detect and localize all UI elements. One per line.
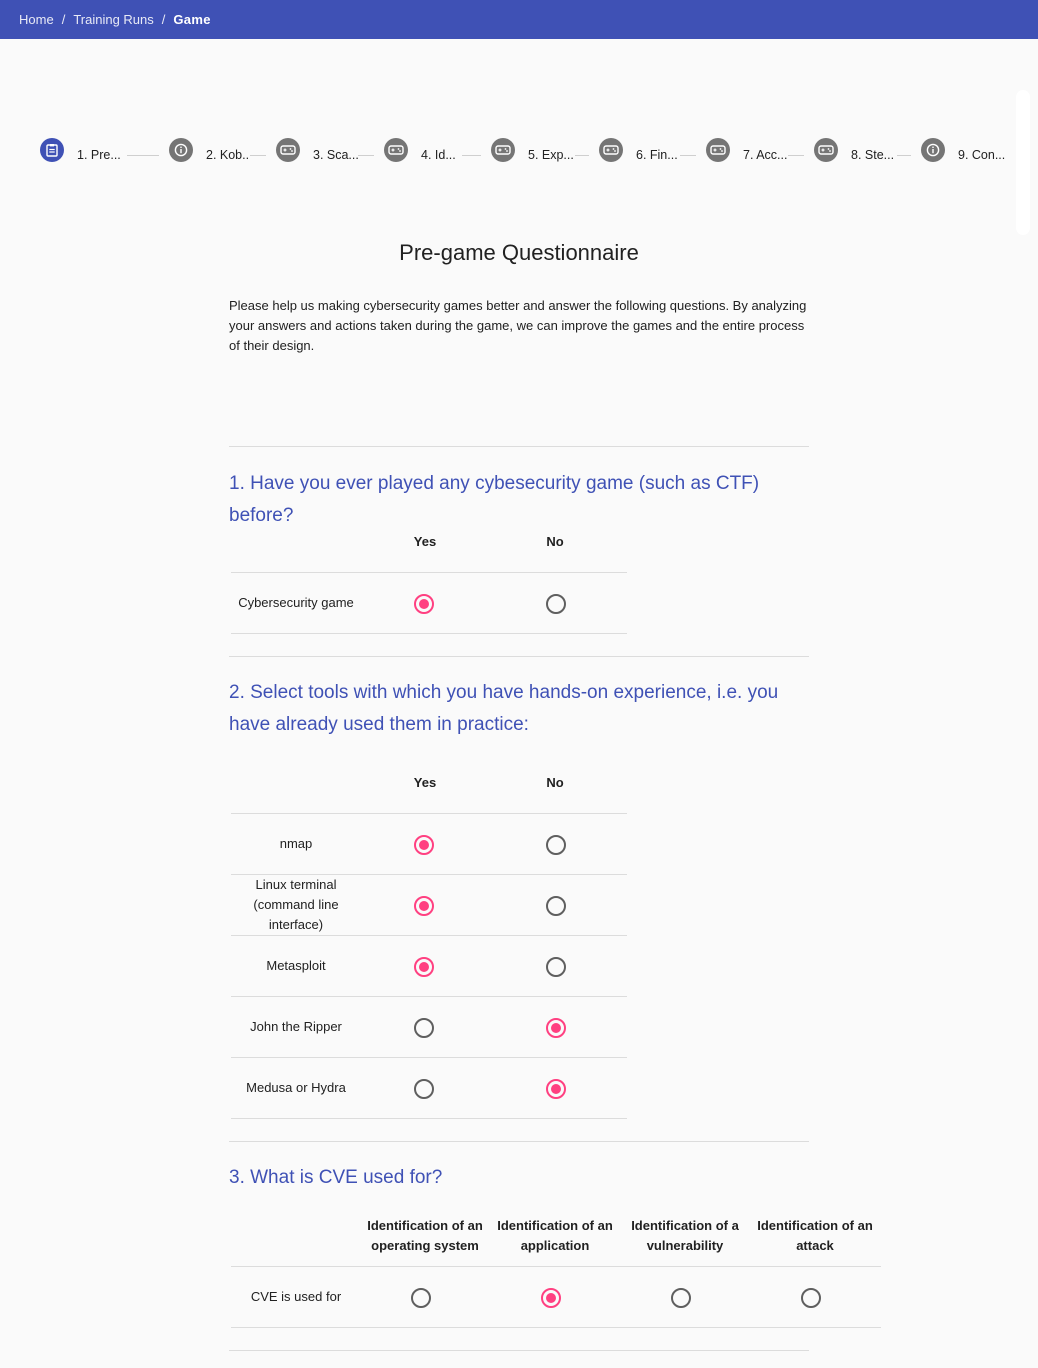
step-3[interactable]: 3. Sca... <box>276 138 359 162</box>
step-label: 7. Acc... <box>743 148 788 162</box>
row-divider <box>231 1266 881 1267</box>
step-label: 5. Exp... <box>528 148 574 162</box>
radio-cve-operating-system[interactable] <box>411 1288 431 1308</box>
step-label: 9. Con... <box>958 148 1006 162</box>
radio-cve-attack[interactable] <box>801 1288 821 1308</box>
column-header-yes: Yes <box>413 775 437 790</box>
divider <box>229 1141 809 1142</box>
row-label-metasploit: Metasploit <box>266 958 326 973</box>
step-2[interactable]: 2. Kob.. <box>169 138 249 162</box>
row-divider <box>231 996 627 997</box>
step-6[interactable]: 6. Fin... <box>599 138 678 162</box>
radio-nmap-no[interactable] <box>546 835 566 855</box>
radio-john-the-ripper-yes[interactable] <box>414 1018 434 1038</box>
column-header-operating-system: Identification of an operating system <box>367 1218 483 1253</box>
step-connector <box>127 155 159 156</box>
column-header-application: Identification of an application <box>497 1218 613 1253</box>
row-divider <box>231 1057 627 1058</box>
row-label-cve: CVE is used for <box>250 1289 342 1304</box>
breadcrumb-separator: / <box>161 12 166 27</box>
step-connector <box>680 155 696 156</box>
gamepad-icon <box>276 138 300 162</box>
gamepad-icon <box>599 138 623 162</box>
row-divider <box>231 1118 627 1119</box>
gamepad-icon <box>384 138 408 162</box>
breadcrumb-separator: / <box>61 12 66 27</box>
row-label-john-the-ripper: John the Ripper <box>250 1019 342 1034</box>
row-divider <box>231 813 627 814</box>
divider <box>229 1350 809 1351</box>
step-5[interactable]: 5. Exp... <box>491 138 574 162</box>
gamepad-icon <box>814 138 838 162</box>
step-8[interactable]: 8. Ste... <box>814 138 894 162</box>
radio-linux-terminal-yes[interactable] <box>414 896 434 916</box>
info-icon <box>169 138 193 162</box>
step-4[interactable]: 4. Id... <box>384 138 456 162</box>
row-divider <box>231 572 627 573</box>
radio-medusa-or-hydra-no[interactable] <box>546 1079 566 1099</box>
step-1[interactable]: 1. Pre... <box>40 138 121 162</box>
info-icon <box>921 138 945 162</box>
question-2-title: 2. Select tools with which you have hand… <box>229 682 779 735</box>
radio-medusa-or-hydra-yes[interactable] <box>414 1079 434 1099</box>
step-label: 1. Pre... <box>77 148 121 162</box>
row-label-medusa-or-hydra: Medusa or Hydra <box>246 1080 346 1095</box>
row-label-nmap: nmap <box>279 836 313 851</box>
intro-text: Please help us making cybersecurity game… <box>229 298 807 353</box>
gamepad-icon <box>706 138 730 162</box>
step-connector <box>250 155 266 156</box>
row-label-linux-terminal: Linux terminal (command line interface) <box>253 877 339 932</box>
step-label: 8. Ste... <box>851 148 895 162</box>
row-divider <box>231 633 627 634</box>
radio-metasploit-no[interactable] <box>546 957 566 977</box>
step-connector <box>358 155 374 156</box>
step-7[interactable]: 7. Acc... <box>706 138 787 162</box>
radio-metasploit-yes[interactable] <box>414 957 434 977</box>
question-1-title: 1. Have you ever played any cybesecurity… <box>229 473 760 526</box>
assignment-icon <box>40 138 64 162</box>
step-label: 4. Id... <box>421 148 456 162</box>
radio-cve-vulnerability[interactable] <box>671 1288 691 1308</box>
row-label: Cybersecurity game <box>238 595 354 610</box>
step-9[interactable]: 9. Con... <box>921 138 1005 162</box>
breadcrumb-current: Game <box>173 12 211 27</box>
divider <box>229 656 809 657</box>
radio-linux-terminal-no[interactable] <box>546 896 566 916</box>
gamepad-icon <box>491 138 515 162</box>
step-connector <box>575 155 589 156</box>
breadcrumb: Home / Training Runs / Game <box>0 0 1038 39</box>
scrollbar[interactable] <box>1016 90 1030 235</box>
step-label: 6. Fin... <box>636 148 678 162</box>
radio-cve-application[interactable] <box>541 1288 561 1308</box>
step-label: 2. Kob.. <box>206 148 250 162</box>
column-header-no: No <box>546 534 564 549</box>
radio-cybersecurity-game-no[interactable] <box>546 594 566 614</box>
row-divider <box>231 1327 881 1328</box>
page-title: Pre-game Questionnaire <box>399 240 639 265</box>
radio-nmap-yes[interactable] <box>414 835 434 855</box>
divider <box>229 446 809 447</box>
radio-cybersecurity-game-yes[interactable] <box>414 594 434 614</box>
step-connector <box>897 155 911 156</box>
step-label: 3. Sca... <box>313 148 359 162</box>
breadcrumb-home[interactable]: Home <box>19 12 54 27</box>
step-connector <box>462 155 481 156</box>
column-header-no: No <box>546 775 564 790</box>
column-header-yes: Yes <box>413 534 437 549</box>
breadcrumb-training-runs[interactable]: Training Runs <box>73 12 153 27</box>
question-3-title: 3. What is CVE used for? <box>229 1167 443 1188</box>
step-connector <box>788 155 804 156</box>
column-header-vulnerability: Identification of a vulnerability <box>631 1218 739 1253</box>
row-divider <box>231 935 627 936</box>
column-header-attack: Identification of an attack <box>757 1218 873 1253</box>
radio-john-the-ripper-no[interactable] <box>546 1018 566 1038</box>
